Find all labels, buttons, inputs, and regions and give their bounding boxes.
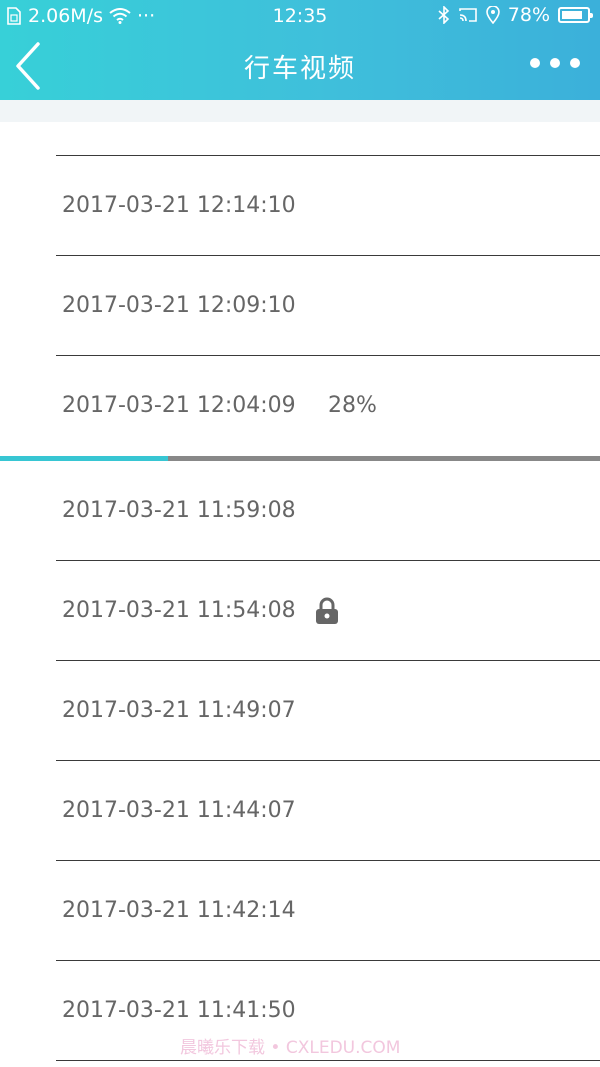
divider	[56, 560, 600, 561]
video-list-item[interactable]: 2017-03-21 11:42:14	[0, 860, 600, 960]
video-timestamp: 2017-03-21 11:42:14	[62, 898, 296, 923]
more-dot-icon	[570, 58, 580, 68]
video-timestamp: 2017-03-21 11:49:07	[62, 698, 296, 723]
status-bar: 2.06M/s ··· 12:35 78%	[0, 0, 600, 32]
bluetooth-icon	[438, 6, 449, 24]
video-timestamp: 2017-03-21 12:09:10	[62, 293, 296, 318]
page-title: 行车视频	[243, 54, 356, 84]
video-list-item[interactable]: 2017-03-21 12:14:10	[0, 155, 600, 255]
video-list-item[interactable]: 2017-03-21 11:54:08	[0, 560, 600, 660]
video-list-item[interactable]: 2017-03-21 11:59:08	[0, 460, 600, 560]
battery-percent: 78%	[507, 4, 550, 26]
download-progress-fill	[0, 456, 168, 461]
lock-icon	[316, 597, 338, 624]
divider	[56, 355, 600, 356]
watermark: 晨曦乐下载 • CXLEDU.COM	[180, 1038, 401, 1058]
divider	[56, 155, 600, 156]
video-timestamp: 2017-03-21 11:59:08	[62, 498, 296, 523]
video-timestamp: 2017-03-21 11:44:07	[62, 798, 296, 823]
more-dot-icon	[530, 58, 540, 68]
battery-icon	[558, 7, 593, 23]
download-progress-bar	[0, 456, 600, 461]
header-spacer	[0, 100, 600, 122]
divider	[56, 255, 600, 256]
video-list-item[interactable]: 2017-03-21 12:04:09 28%	[0, 355, 600, 455]
video-timestamp: 2017-03-21 11:54:08	[62, 598, 296, 623]
download-percent: 28%	[328, 393, 377, 418]
video-list-item[interactable]: 2017-03-21 11:44:07	[0, 760, 600, 860]
video-list-item[interactable]: 2017-03-21 12:09:10	[0, 255, 600, 355]
video-timestamp: 2017-03-21 12:04:09	[62, 393, 296, 418]
navigation-bar: 行车视频	[0, 32, 600, 100]
more-dot-icon	[550, 58, 560, 68]
video-timestamp: 2017-03-21 11:41:50	[62, 998, 296, 1023]
cast-icon	[458, 8, 477, 22]
app-header: 2.06M/s ··· 12:35 78% 行车视频	[0, 0, 600, 100]
divider	[56, 860, 600, 861]
location-icon	[485, 6, 500, 24]
status-right: 78%	[438, 4, 593, 26]
video-list-item[interactable]: 2017-03-21 11:49:07	[0, 660, 600, 760]
divider	[56, 1060, 600, 1061]
divider	[56, 660, 600, 661]
divider	[56, 960, 600, 961]
list-bottom	[0, 1060, 600, 1066]
divider	[56, 760, 600, 761]
video-timestamp: 2017-03-21 12:14:10	[62, 193, 296, 218]
more-options-button[interactable]	[530, 48, 580, 78]
